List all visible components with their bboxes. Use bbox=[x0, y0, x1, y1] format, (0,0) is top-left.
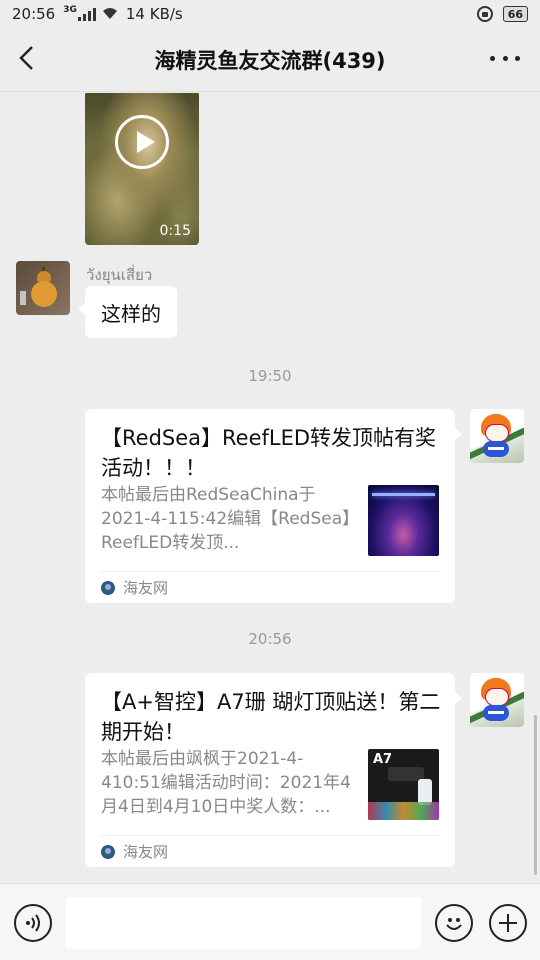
link-card[interactable]: 【A+智控】A7珊 瑚灯顶贴送！第二期开始！ 本帖最后由飒枫于2021-4-41… bbox=[85, 673, 462, 867]
card-source: 海友网 bbox=[101, 577, 168, 598]
plus-icon[interactable] bbox=[489, 904, 527, 942]
avatar[interactable] bbox=[470, 409, 524, 463]
card-thumbnail bbox=[368, 485, 439, 556]
card-description: 本帖最后由RedSeaChina于2021-4-115:42编辑【RedSea】… bbox=[101, 485, 351, 553]
chat-title: 海精灵鱼友交流群(439) bbox=[154, 48, 386, 73]
message-text: 这样的 bbox=[101, 301, 161, 326]
play-icon[interactable] bbox=[115, 115, 169, 169]
signal-icon bbox=[77, 7, 96, 21]
time-divider: 19:50 bbox=[248, 367, 292, 385]
avatar[interactable] bbox=[470, 673, 524, 727]
wifi-icon bbox=[102, 8, 117, 19]
message-input[interactable] bbox=[66, 897, 421, 949]
card-thumbnail: A7 bbox=[368, 749, 439, 820]
status-bar: 20:56 3G 14 KB/s 66 bbox=[0, 0, 540, 28]
voice-icon[interactable] bbox=[14, 904, 52, 942]
video-message[interactable]: 0:15 bbox=[85, 93, 199, 245]
back-arrow-icon[interactable] bbox=[14, 44, 42, 72]
input-bar bbox=[0, 883, 540, 960]
battery-icon: 66 bbox=[502, 6, 528, 22]
network-speed: 14 KB/s bbox=[125, 5, 183, 23]
avatar[interactable] bbox=[16, 261, 70, 315]
sender-name: วังยุนเสี่ยว bbox=[86, 266, 153, 284]
network-type: 3G bbox=[63, 5, 77, 15]
source-name: 海友网 bbox=[123, 579, 169, 597]
rotation-lock-icon bbox=[476, 6, 493, 22]
text-message[interactable]: 这样的 bbox=[78, 286, 177, 338]
source-logo-icon bbox=[101, 844, 115, 859]
time-divider: 20:56 bbox=[248, 630, 292, 648]
card-divider bbox=[101, 571, 439, 572]
card-title: 【RedSea】ReefLED转发顶帖有奖活动！！！ bbox=[101, 426, 437, 480]
chat-header: 海精灵鱼友交流群(439) bbox=[0, 28, 540, 92]
source-logo-icon bbox=[101, 580, 115, 595]
message-list[interactable]: 0:15 วังยุนเสี่ยว 这样的 19:50 【RedSea】Reef… bbox=[0, 93, 540, 883]
card-source: 海友网 bbox=[101, 841, 168, 862]
card-divider bbox=[101, 835, 439, 836]
card-description: 本帖最后由飒枫于2021-4-410:51编辑活动时间：2021年4月4日到4月… bbox=[101, 749, 351, 817]
status-time: 20:56 bbox=[12, 5, 56, 23]
card-title: 【A+智控】A7珊 瑚灯顶贴送！第二期开始！ bbox=[101, 690, 441, 744]
scrollbar[interactable] bbox=[534, 715, 537, 875]
more-options-icon[interactable] bbox=[490, 48, 520, 68]
thumbnail-label: A7 bbox=[373, 752, 393, 767]
source-name: 海友网 bbox=[123, 843, 169, 861]
video-duration: 0:15 bbox=[159, 223, 191, 239]
link-card[interactable]: 【RedSea】ReefLED转发顶帖有奖活动！！！ 本帖最后由RedSeaCh… bbox=[85, 409, 462, 603]
emoji-icon[interactable] bbox=[435, 904, 473, 942]
